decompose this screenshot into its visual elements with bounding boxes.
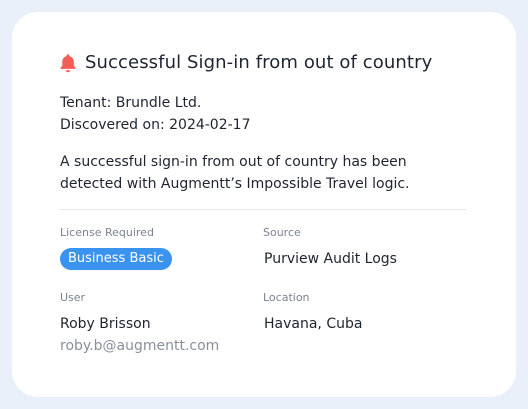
license-badge: Business Basic: [60, 248, 172, 270]
discovered-date: Discovered on: 2024-02-17: [60, 117, 251, 133]
source-value: Purview Audit Logs: [264, 251, 397, 267]
bell-icon: [59, 53, 77, 73]
user-label: User: [60, 291, 86, 304]
alert-meta: Tenant: Brundle Ltd. Discovered on: 2024…: [60, 92, 251, 136]
user-email: roby.b@augmentt.com: [60, 338, 220, 354]
alert-description: A successful sign-in from out of country…: [60, 154, 410, 192]
alert-card: Successful Sign-in from out of country T…: [12, 12, 516, 397]
user-name: Roby Brisson: [60, 316, 151, 332]
license-required-label: License Required: [60, 226, 154, 239]
alert-title: Successful Sign-in from out of country: [85, 52, 433, 73]
alert-header: Successful Sign-in from out of country: [59, 52, 432, 73]
source-label: Source: [263, 226, 301, 239]
location-label: Location: [263, 291, 310, 304]
tenant-text: Tenant: Brundle Ltd.: [60, 95, 202, 111]
location-value: Havana, Cuba: [264, 316, 363, 332]
divider: [60, 209, 466, 210]
